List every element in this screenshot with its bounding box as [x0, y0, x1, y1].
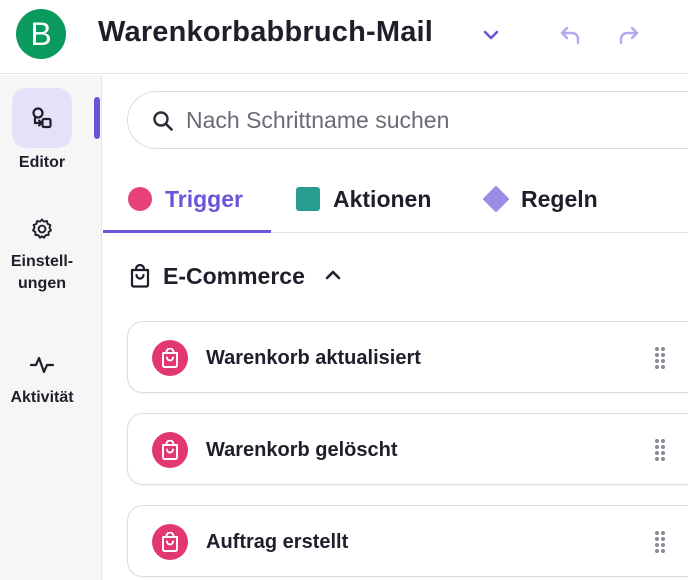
- drag-handle-icon[interactable]: [654, 346, 666, 375]
- sidebar-item-editor[interactable]: Editor: [0, 88, 84, 174]
- step-library-panel: Trigger Aktionen Regeln E-Commerce Waren…: [103, 75, 688, 580]
- section-header-ecommerce[interactable]: E-Commerce: [129, 261, 341, 291]
- active-indicator: [94, 97, 100, 139]
- tab-label: Trigger: [165, 185, 243, 212]
- shopping-bag-icon: [130, 264, 150, 288]
- step-label: Auftrag erstellt: [206, 531, 349, 553]
- top-bar: B Warenkorbabbruch-Mail: [0, 0, 688, 74]
- shopping-bag-icon: [152, 524, 188, 560]
- redo-icon[interactable]: [616, 22, 642, 48]
- step-card[interactable]: Warenkorb aktualisiert: [127, 321, 688, 393]
- drag-handle-icon[interactable]: [654, 438, 666, 467]
- tab-label: Aktionen: [333, 185, 432, 212]
- logo-letter: B: [30, 15, 52, 52]
- chevron-down-icon[interactable]: [478, 22, 504, 48]
- step-card[interactable]: Auftrag erstellt: [127, 505, 688, 577]
- step-label: Warenkorb gelöscht: [206, 439, 398, 461]
- gear-icon: [12, 201, 72, 257]
- search-icon: [152, 110, 174, 137]
- tab-label: Regeln: [521, 185, 598, 212]
- drag-handle-icon[interactable]: [654, 530, 666, 559]
- sidebar-item-label: Einstell- ungen: [10, 253, 74, 292]
- active-tab-underline: [103, 230, 271, 233]
- section-title: E-Commerce: [163, 262, 305, 289]
- trigger-dot-icon: [128, 187, 152, 211]
- tab-trigger[interactable]: Trigger: [127, 165, 243, 233]
- workflow-title[interactable]: Warenkorbabbruch-Mail: [98, 16, 433, 49]
- sidebar-item-label: Aktivität: [10, 389, 74, 406]
- workflow-icon: [12, 88, 72, 148]
- chevron-up-icon[interactable]: [325, 267, 341, 285]
- search-box[interactable]: [127, 91, 688, 149]
- sidebar: Editor Einstell- ungen Aktivität: [0, 75, 102, 580]
- sidebar-item-label: Editor: [18, 154, 66, 171]
- undo-icon[interactable]: [557, 22, 583, 48]
- tab-actions[interactable]: Aktionen: [295, 165, 431, 233]
- step-card[interactable]: Warenkorb gelöscht: [127, 413, 688, 485]
- step-label: Warenkorb aktualisiert: [206, 347, 421, 369]
- activity-icon: [12, 337, 72, 393]
- tab-rules[interactable]: Regeln: [483, 165, 598, 233]
- shopping-bag-icon: [152, 340, 188, 376]
- rule-diamond-icon: [483, 186, 509, 212]
- tab-bar: Trigger Aktionen Regeln: [103, 165, 688, 233]
- search-input[interactable]: [186, 92, 686, 148]
- sidebar-item-settings[interactable]: Einstell- ungen: [0, 201, 84, 295]
- action-square-icon: [296, 187, 320, 211]
- shopping-bag-icon: [152, 432, 188, 468]
- sidebar-item-activity[interactable]: Aktivität: [0, 337, 84, 409]
- brand-logo[interactable]: B: [16, 9, 66, 59]
